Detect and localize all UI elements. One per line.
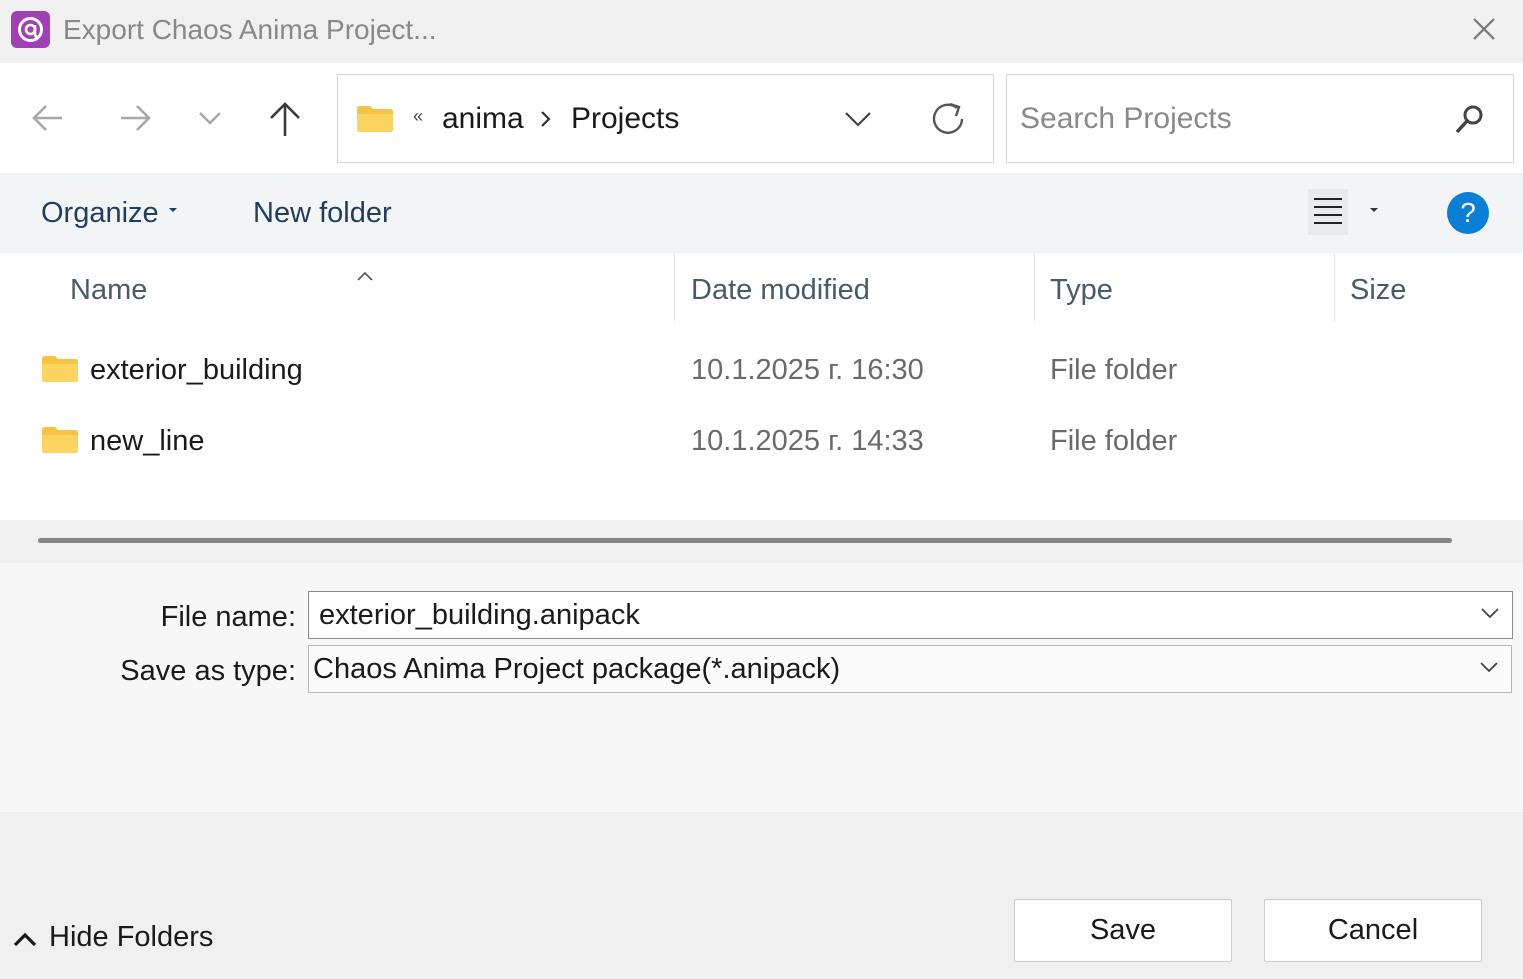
chevron-up-icon [13,932,37,947]
chevron-down-icon[interactable] [1480,606,1500,625]
chevron-right-icon[interactable] [539,108,553,135]
column-header-date[interactable]: Date modified [675,253,1034,321]
arrow-up-icon[interactable] [263,96,307,140]
save-type-label: Save as type: [120,655,296,687]
address-dropdown-icon[interactable] [843,103,873,138]
cancel-button[interactable]: Cancel [1264,899,1482,962]
new-folder-button[interactable]: New folder [253,197,392,230]
organize-menu[interactable]: Organize [41,197,177,230]
organize-label: Organize [41,197,159,229]
close-icon[interactable] [1466,11,1502,47]
address-bar[interactable]: « anima Projects [337,74,994,163]
chevron-down-icon[interactable] [188,96,232,140]
file-type: File folder [1050,425,1178,457]
column-header-size[interactable]: Size [1335,253,1523,321]
dialog-footer: Hide Folders Save Cancel [0,812,1523,979]
anima-logo-icon [11,11,50,48]
file-date: 10.1.2025 г. 14:33 [691,425,924,457]
column-header-name[interactable]: Name [0,253,674,321]
table-row[interactable]: new_line 10.1.2025 г. 14:33 File folder [0,407,1523,475]
horizontal-scrollbar[interactable] [0,520,1523,563]
chevron-down-icon[interactable] [1479,660,1499,679]
search-box [1006,74,1514,163]
breadcrumb-projects[interactable]: Projects [571,102,679,136]
breadcrumb-overflow[interactable]: « [413,106,423,127]
save-button[interactable]: Save [1014,899,1232,962]
window-title: Export Chaos Anima Project... [63,14,437,45]
search-icon[interactable] [1453,102,1487,141]
column-type-label: Type [1050,274,1113,306]
file-name-input[interactable] [319,596,1459,634]
file-type: File folder [1050,354,1178,386]
title-bar: Export Chaos Anima Project... [0,0,1523,62]
column-date-label: Date modified [691,274,870,306]
column-name-label: Name [70,274,148,306]
save-panel: File name: Save as type: Chaos Anima Pro… [0,563,1523,812]
help-button[interactable]: ? [1447,192,1489,234]
file-date: 10.1.2025 г. 16:30 [691,354,924,386]
search-input[interactable] [1020,95,1440,143]
command-bar: Organize New folder ? [0,175,1523,253]
file-name: new_line [90,425,205,457]
column-header-type[interactable]: Type [1035,253,1334,321]
arrow-left-icon[interactable] [26,96,70,140]
file-name-combo [308,591,1513,639]
hide-folders-label: Hide Folders [49,921,214,953]
file-name-label: File name: [160,601,296,633]
list-view-icon[interactable] [1308,189,1388,235]
arrow-right-icon[interactable] [113,96,157,140]
file-name: exterior_building [90,354,303,386]
folder-icon [41,426,79,459]
hide-folders-button[interactable]: Hide Folders [12,920,214,960]
folder-icon [356,105,394,138]
save-type-select[interactable]: Chaos Anima Project package(*.anipack) [308,645,1512,693]
file-list: Name Date modified Type Size exterior_bu… [0,253,1523,520]
column-size-label: Size [1350,274,1407,306]
scrollbar-thumb[interactable] [38,538,1452,543]
sort-ascending-icon [356,257,374,290]
refresh-icon[interactable] [928,99,968,144]
breadcrumb-anima[interactable]: anima [442,102,524,136]
folder-icon [41,355,79,388]
save-type-value: Chaos Anima Project package(*.anipack) [313,653,841,685]
caret-down-icon [168,208,177,213]
navigation-bar: « anima Projects [0,63,1523,173]
table-row[interactable]: exterior_building 10.1.2025 г. 16:30 Fil… [0,336,1523,404]
